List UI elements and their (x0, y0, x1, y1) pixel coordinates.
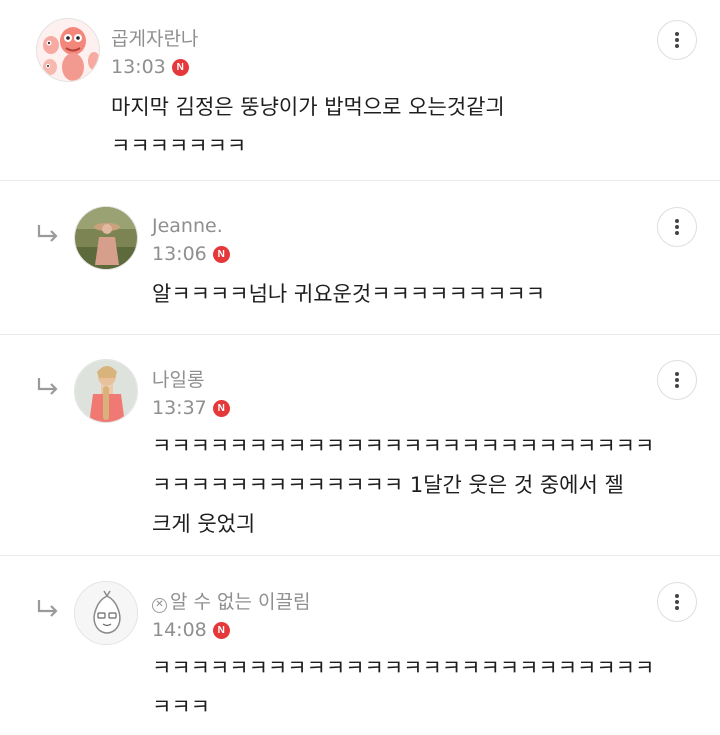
reply-arrow-icon (37, 600, 58, 617)
photo-avatar-icon (75, 207, 137, 269)
new-badge: N (212, 245, 230, 263)
comment-text-line: ㅋㅋㅋㅋㅋㅋㅋ (111, 134, 247, 158)
new-badge: N (212, 621, 230, 639)
more-options-button[interactable] (657, 207, 697, 247)
x-circle-icon: ✕ (152, 597, 167, 613)
more-vertical-icon (675, 594, 679, 610)
author-name[interactable]: 나일롱 (152, 368, 230, 392)
more-options-button[interactable] (657, 360, 697, 400)
avatar[interactable] (36, 18, 100, 82)
comment-text-line: ㅋㅋㅋㅋㅋㅋㅋㅋㅋㅋㅋㅋㅋㅋㅋㅋㅋㅋㅋㅋㅋㅋㅋㅋㅋㅋ (152, 434, 655, 458)
more-options-button[interactable] (657, 582, 697, 622)
comment-time: 14:08 (152, 619, 207, 641)
more-vertical-icon (675, 372, 679, 388)
comment-text-line: 크게 웃었긔 (152, 512, 256, 536)
reply-arrow-icon (37, 225, 58, 242)
comment-text: ㅋㅋㅋㅋㅋㅋㅋㅋㅋㅋㅋㅋㅋㅋㅋㅋㅋㅋㅋㅋㅋㅋㅋㅋㅋㅋ ㅋㅋㅋㅋㅋㅋㅋㅋㅋㅋㅋㅋㅋ… (152, 427, 654, 544)
comment-text-line: ㅋㅋㅋㅋㅋㅋㅋㅋㅋㅋㅋㅋㅋㅋㅋㅋㅋㅋㅋㅋㅋㅋㅋㅋㅋㅋ (152, 656, 655, 680)
comment-text: 알ㅋㅋㅋㅋ넘나 귀요운것ㅋㅋㅋㅋㅋㅋㅋㅋㅋ (152, 275, 545, 314)
avatar[interactable] (74, 581, 138, 645)
author-name[interactable]: Jeanne. (152, 214, 230, 238)
comment-text-line: ㅋㅋㅋ (152, 695, 210, 719)
comment-time: 13:06 (152, 243, 207, 265)
avatar[interactable] (74, 359, 138, 423)
comment-time: 13:03 (111, 56, 166, 78)
new-badge: N (212, 399, 230, 417)
comment-text: 마지막 김정은 뚱냥이가 밥먹으로 오는것같긔 ㅋㅋㅋㅋㅋㅋㅋ (111, 88, 505, 166)
author-name-text: 알 수 없는 이끌림 (170, 591, 311, 613)
comment-text-line: 알ㅋㅋㅋㅋ넘나 귀요운것ㅋㅋㅋㅋㅋㅋㅋㅋㅋ (152, 282, 546, 306)
author-name[interactable]: ✕ 알 수 없는 이끌림 (152, 590, 310, 614)
comment-time: 13:37 (152, 397, 207, 419)
comment-text: ㅋㅋㅋㅋㅋㅋㅋㅋㅋㅋㅋㅋㅋㅋㅋㅋㅋㅋㅋㅋㅋㅋㅋㅋㅋㅋ ㅋㅋㅋ (152, 649, 654, 727)
more-options-button[interactable] (657, 20, 697, 60)
reply-comment-item: Jeanne. 13:06 N 알ㅋㅋㅋㅋ넘나 귀요운것ㅋㅋㅋㅋㅋㅋㅋㅋㅋ (0, 181, 720, 335)
default-profile-avatar-icon (75, 582, 137, 644)
more-vertical-icon (675, 219, 679, 235)
reply-arrow-icon (37, 378, 58, 395)
photo-avatar-icon (75, 360, 137, 422)
cartoon-avatar-icon (37, 19, 99, 81)
comment-meta: ✕ 알 수 없는 이끌림 14:08 N (152, 590, 310, 641)
new-badge: N (171, 58, 189, 76)
comment-text-line: 마지막 김정은 뚱냥이가 밥먹으로 오는것같긔 (111, 95, 505, 119)
reply-comment-item: 나일롱 13:37 N ㅋㅋㅋㅋㅋㅋㅋㅋㅋㅋㅋㅋㅋㅋㅋㅋㅋㅋㅋㅋㅋㅋㅋㅋㅋㅋ ㅋ… (0, 335, 720, 556)
more-vertical-icon (675, 32, 679, 48)
comment-meta: 나일롱 13:37 N (152, 368, 230, 419)
comment-item: 곱게자란나 13:03 N 마지막 김정은 뚱냥이가 밥먹으로 오는것같긔 ㅋㅋ… (0, 0, 720, 181)
comment-text-line: ㅋㅋㅋㅋㅋㅋㅋㅋㅋㅋㅋㅋㅋ 1달간 웃은 것 중에서 젤 (152, 473, 624, 497)
comment-meta: 곱게자란나 13:03 N (111, 27, 198, 78)
comment-meta: Jeanne. 13:06 N (152, 214, 230, 265)
author-name[interactable]: 곱게자란나 (111, 27, 198, 51)
reply-comment-item: ✕ 알 수 없는 이끌림 14:08 N ㅋㅋㅋㅋㅋㅋㅋㅋㅋㅋㅋㅋㅋㅋㅋㅋㅋㅋㅋㅋ… (0, 556, 720, 735)
avatar[interactable] (74, 206, 138, 270)
